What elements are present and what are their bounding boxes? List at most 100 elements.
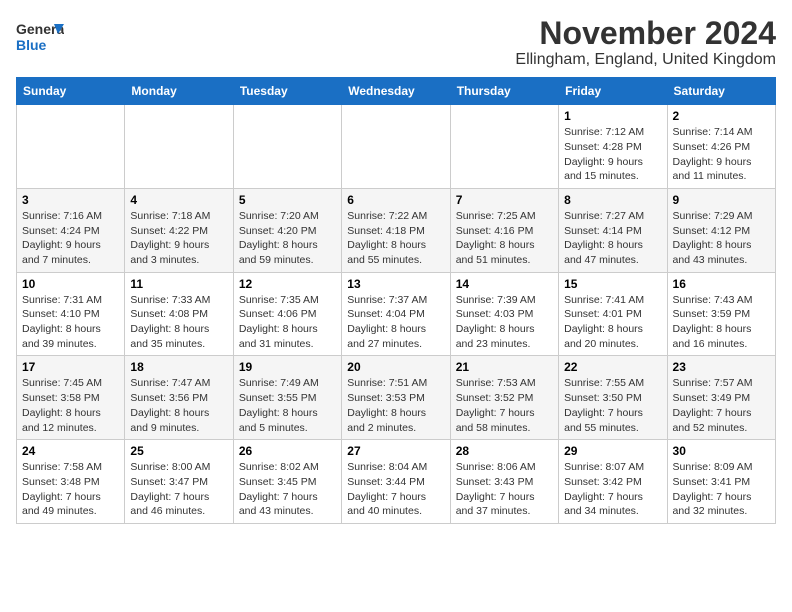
day-info: Sunrise: 7:31 AM Sunset: 4:10 PM Dayligh… [22, 293, 119, 352]
calendar-cell: 4 Sunrise: 7:18 AM Sunset: 4:22 PM Daylig… [125, 188, 233, 272]
day-number: 25 [130, 444, 227, 458]
day-info: Sunrise: 8:09 AM Sunset: 3:41 PM Dayligh… [673, 460, 770, 519]
day-number: 26 [239, 444, 336, 458]
calendar-week-1: 3 Sunrise: 7:16 AM Sunset: 4:24 PM Daylig… [17, 188, 776, 272]
calendar-week-3: 17 Sunrise: 7:45 AM Sunset: 3:58 PM Dayli… [17, 356, 776, 440]
day-info: Sunrise: 7:57 AM Sunset: 3:49 PM Dayligh… [673, 376, 770, 435]
day-info: Sunrise: 8:02 AM Sunset: 3:45 PM Dayligh… [239, 460, 336, 519]
day-info: Sunrise: 7:33 AM Sunset: 4:08 PM Dayligh… [130, 293, 227, 352]
calendar-cell: 12 Sunrise: 7:35 AM Sunset: 4:06 PM Dayli… [233, 272, 341, 356]
logo: General Blue [16, 16, 64, 60]
header-cell-saturday: Saturday [667, 78, 775, 105]
header-cell-friday: Friday [559, 78, 667, 105]
calendar-cell: 7 Sunrise: 7:25 AM Sunset: 4:16 PM Daylig… [450, 188, 558, 272]
day-info: Sunrise: 7:35 AM Sunset: 4:06 PM Dayligh… [239, 293, 336, 352]
day-number: 16 [673, 277, 770, 291]
day-number: 28 [456, 444, 553, 458]
day-number: 7 [456, 193, 553, 207]
day-number: 19 [239, 360, 336, 374]
day-info: Sunrise: 7:29 AM Sunset: 4:12 PM Dayligh… [673, 209, 770, 268]
day-info: Sunrise: 8:04 AM Sunset: 3:44 PM Dayligh… [347, 460, 444, 519]
header: General Blue November 2024 Ellingham, En… [16, 16, 776, 69]
calendar-cell: 22 Sunrise: 7:55 AM Sunset: 3:50 PM Dayli… [559, 356, 667, 440]
page-subtitle: Ellingham, England, United Kingdom [515, 51, 776, 69]
title-area: November 2024 Ellingham, England, United… [515, 16, 776, 69]
day-number: 9 [673, 193, 770, 207]
calendar-cell: 20 Sunrise: 7:51 AM Sunset: 3:53 PM Dayli… [342, 356, 450, 440]
day-number: 18 [130, 360, 227, 374]
day-info: Sunrise: 7:27 AM Sunset: 4:14 PM Dayligh… [564, 209, 661, 268]
day-number: 4 [130, 193, 227, 207]
header-cell-sunday: Sunday [17, 78, 125, 105]
day-info: Sunrise: 7:25 AM Sunset: 4:16 PM Dayligh… [456, 209, 553, 268]
day-number: 11 [130, 277, 227, 291]
header-cell-wednesday: Wednesday [342, 78, 450, 105]
header-cell-thursday: Thursday [450, 78, 558, 105]
day-number: 17 [22, 360, 119, 374]
calendar-cell: 27 Sunrise: 8:04 AM Sunset: 3:44 PM Dayli… [342, 440, 450, 524]
day-number: 3 [22, 193, 119, 207]
day-info: Sunrise: 8:00 AM Sunset: 3:47 PM Dayligh… [130, 460, 227, 519]
calendar-cell: 6Sunrise: 7:22 AM Sunset: 4:18 PM Daylig… [342, 188, 450, 272]
calendar-cell: 23 Sunrise: 7:57 AM Sunset: 3:49 PM Dayli… [667, 356, 775, 440]
day-number: 12 [239, 277, 336, 291]
calendar-week-0: 1 Sunrise: 7:12 AM Sunset: 4:28 PM Daylig… [17, 105, 776, 189]
calendar-cell [125, 105, 233, 189]
calendar-week-2: 10 Sunrise: 7:31 AM Sunset: 4:10 PM Dayli… [17, 272, 776, 356]
day-info: Sunrise: 7:49 AM Sunset: 3:55 PM Dayligh… [239, 376, 336, 435]
day-number: 21 [456, 360, 553, 374]
calendar-cell: 17 Sunrise: 7:45 AM Sunset: 3:58 PM Dayli… [17, 356, 125, 440]
day-number: 8 [564, 193, 661, 207]
calendar-cell [233, 105, 341, 189]
day-info: Sunrise: 7:47 AM Sunset: 3:56 PM Dayligh… [130, 376, 227, 435]
calendar-cell: 10 Sunrise: 7:31 AM Sunset: 4:10 PM Dayli… [17, 272, 125, 356]
day-info: Sunrise: 8:06 AM Sunset: 3:43 PM Dayligh… [456, 460, 553, 519]
day-info: Sunrise: 7:43 AM Sunset: 3:59 PM Dayligh… [673, 293, 770, 352]
day-info: Sunrise: 7:51 AM Sunset: 3:53 PM Dayligh… [347, 376, 444, 435]
calendar-cell: 9 Sunrise: 7:29 AM Sunset: 4:12 PM Daylig… [667, 188, 775, 272]
day-info: Sunrise: 8:07 AM Sunset: 3:42 PM Dayligh… [564, 460, 661, 519]
day-number: 20 [347, 360, 444, 374]
day-info: Sunrise: 7:41 AM Sunset: 4:01 PM Dayligh… [564, 293, 661, 352]
day-number: 22 [564, 360, 661, 374]
day-info: Sunrise: 7:22 AM Sunset: 4:18 PM Dayligh… [347, 209, 444, 268]
day-number: 30 [673, 444, 770, 458]
day-info: Sunrise: 7:39 AM Sunset: 4:03 PM Dayligh… [456, 293, 553, 352]
day-info: Sunrise: 7:45 AM Sunset: 3:58 PM Dayligh… [22, 376, 119, 435]
calendar-header-row: SundayMondayTuesdayWednesdayThursdayFrid… [17, 78, 776, 105]
calendar-cell: 13Sunrise: 7:37 AM Sunset: 4:04 PM Dayli… [342, 272, 450, 356]
day-number: 23 [673, 360, 770, 374]
calendar-cell: 19 Sunrise: 7:49 AM Sunset: 3:55 PM Dayli… [233, 356, 341, 440]
calendar-cell: 15Sunrise: 7:41 AM Sunset: 4:01 PM Dayli… [559, 272, 667, 356]
calendar-cell: 26 Sunrise: 8:02 AM Sunset: 3:45 PM Dayli… [233, 440, 341, 524]
day-info: Sunrise: 7:53 AM Sunset: 3:52 PM Dayligh… [456, 376, 553, 435]
calendar-cell: 11 Sunrise: 7:33 AM Sunset: 4:08 PM Dayli… [125, 272, 233, 356]
page-title: November 2024 [515, 16, 776, 51]
day-info: Sunrise: 7:16 AM Sunset: 4:24 PM Dayligh… [22, 209, 119, 268]
day-number: 24 [22, 444, 119, 458]
calendar-cell: 16 Sunrise: 7:43 AM Sunset: 3:59 PM Dayli… [667, 272, 775, 356]
day-info: Sunrise: 7:14 AM Sunset: 4:26 PM Dayligh… [673, 125, 770, 184]
day-number: 10 [22, 277, 119, 291]
calendar-cell: 21 Sunrise: 7:53 AM Sunset: 3:52 PM Dayli… [450, 356, 558, 440]
day-number: 2 [673, 109, 770, 123]
day-number: 14 [456, 277, 553, 291]
day-info: Sunrise: 7:20 AM Sunset: 4:20 PM Dayligh… [239, 209, 336, 268]
calendar-cell: 30 Sunrise: 8:09 AM Sunset: 3:41 PM Dayli… [667, 440, 775, 524]
calendar-cell: 3 Sunrise: 7:16 AM Sunset: 4:24 PM Daylig… [17, 188, 125, 272]
day-info: Sunrise: 7:12 AM Sunset: 4:28 PM Dayligh… [564, 125, 661, 184]
day-number: 5 [239, 193, 336, 207]
day-info: Sunrise: 7:55 AM Sunset: 3:50 PM Dayligh… [564, 376, 661, 435]
day-info: Sunrise: 7:18 AM Sunset: 4:22 PM Dayligh… [130, 209, 227, 268]
day-number: 1 [564, 109, 661, 123]
calendar-cell [342, 105, 450, 189]
calendar-cell: 14 Sunrise: 7:39 AM Sunset: 4:03 PM Dayli… [450, 272, 558, 356]
day-number: 27 [347, 444, 444, 458]
calendar-cell: 28 Sunrise: 8:06 AM Sunset: 3:43 PM Dayli… [450, 440, 558, 524]
calendar-cell [17, 105, 125, 189]
calendar-cell: 8 Sunrise: 7:27 AM Sunset: 4:14 PM Daylig… [559, 188, 667, 272]
calendar-table: SundayMondayTuesdayWednesdayThursdayFrid… [16, 77, 776, 524]
day-info: Sunrise: 7:58 AM Sunset: 3:48 PM Dayligh… [22, 460, 119, 519]
day-number: 29 [564, 444, 661, 458]
calendar-cell [450, 105, 558, 189]
